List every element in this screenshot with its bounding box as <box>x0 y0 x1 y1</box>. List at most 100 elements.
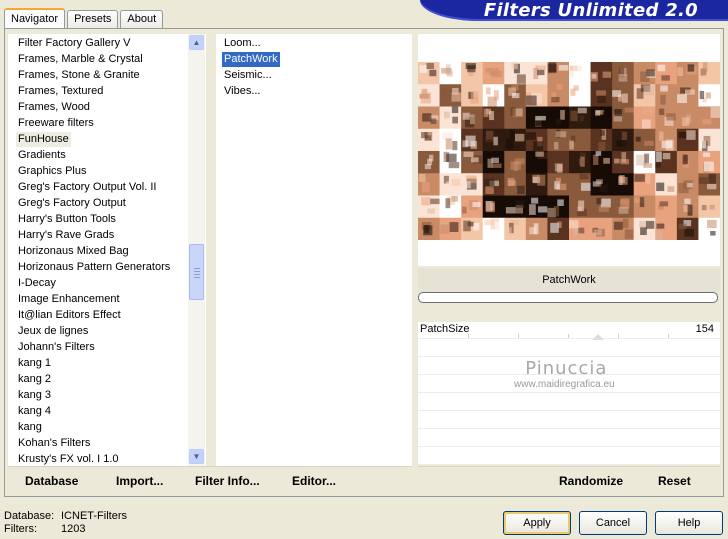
database-button[interactable]: Database <box>25 474 78 488</box>
filter-list[interactable]: Loom... PatchWork Seismic... Vibes... <box>216 34 412 466</box>
import-button[interactable]: Import... <box>116 474 163 488</box>
preview-patch <box>644 140 654 146</box>
preview-patch <box>489 67 499 76</box>
preview-patch <box>440 224 450 234</box>
preview-patch <box>445 138 452 150</box>
category-item[interactable]: Jeux de lignes <box>16 324 90 339</box>
category-item[interactable]: kang 4 <box>16 404 53 419</box>
category-item[interactable]: Frames, Stone & Granite <box>16 68 142 83</box>
category-item[interactable]: Harry's Rave Grads <box>16 228 116 243</box>
category-item[interactable]: Krusty's FX vol. I 1.0 <box>16 452 121 466</box>
category-item[interactable]: Johann's Filters <box>16 340 97 355</box>
category-item[interactable]: kang 1 <box>16 356 53 371</box>
preview-patch <box>420 92 432 104</box>
cancel-button[interactable]: Cancel <box>579 511 647 535</box>
filter-item[interactable]: Seismic... <box>222 68 274 83</box>
category-item[interactable]: Horizonaus Pattern Generators <box>16 260 172 275</box>
preview-patch <box>512 117 523 125</box>
category-item[interactable]: Greg's Factory Output Vol. II <box>16 180 158 195</box>
preview-patch <box>597 96 606 103</box>
preview-patch <box>558 65 569 71</box>
preview-patch <box>580 182 592 191</box>
preview-patch <box>677 67 683 77</box>
category-item[interactable]: I-Decay <box>16 276 58 291</box>
apply-button[interactable]: Apply <box>503 511 571 535</box>
preview-patch <box>538 229 544 235</box>
category-item[interactable]: It@lian Editors Effect <box>16 308 123 323</box>
tab-presets[interactable]: Presets <box>67 10 119 28</box>
scroll-down-button[interactable]: ▼ <box>189 449 204 464</box>
preview-patch <box>451 106 459 114</box>
preview-patch <box>635 136 641 142</box>
category-item[interactable]: Horizonaus Mixed Bag <box>16 244 131 259</box>
param-row-empty <box>418 412 720 429</box>
preview-patch <box>699 90 705 100</box>
tab-navigator[interactable]: Navigator <box>4 8 66 29</box>
preview-patch <box>602 111 610 121</box>
preview-patch <box>511 62 518 70</box>
category-item[interactable]: Graphics Plus <box>16 164 88 179</box>
filter-info-button[interactable]: Filter Info... <box>195 474 260 488</box>
category-scrollbar[interactable]: ▲ ▼ <box>188 34 205 466</box>
param-row-patchsize[interactable]: PatchSize 154 <box>418 322 720 340</box>
preview-patch <box>621 152 627 163</box>
filter-item[interactable]: Loom... <box>222 36 263 51</box>
preview-patch <box>472 201 481 208</box>
preview-patch <box>418 174 426 182</box>
preview-patch <box>638 129 646 135</box>
filter-item[interactable]: PatchWork <box>222 52 280 67</box>
database-label: Database: <box>4 510 55 522</box>
category-item[interactable]: Image Enhancement <box>16 292 122 307</box>
preview-patch <box>462 112 470 120</box>
category-list[interactable]: Filter Factory Gallery V Frames, Marble &… <box>8 34 206 466</box>
preview-patch <box>430 178 441 183</box>
category-item[interactable]: kang <box>16 420 44 435</box>
preview-patch <box>486 201 495 213</box>
preview-patch <box>698 177 709 185</box>
list-toolbar: Database Import... Filter Info... Editor… <box>8 466 412 493</box>
filter-item[interactable]: Vibes... <box>222 84 263 99</box>
category-item[interactable]: kang 3 <box>16 388 53 403</box>
preview-patch <box>579 152 586 158</box>
param-row-empty <box>418 358 720 375</box>
preview-patch <box>462 206 467 214</box>
category-item[interactable]: Filter Factory Gallery V <box>16 36 132 51</box>
category-item[interactable]: Greg's Factory Output <box>16 196 128 211</box>
category-item[interactable]: Harry's Button Tools <box>16 212 118 227</box>
category-item[interactable]: Freeware filters <box>16 116 96 131</box>
preview-patch <box>449 222 459 233</box>
preview-patch <box>655 162 661 168</box>
scroll-up-button[interactable]: ▲ <box>189 35 204 50</box>
param-value[interactable]: 154 <box>696 323 714 335</box>
preview-patch <box>600 130 605 136</box>
preview-patch <box>655 230 663 240</box>
preview-patch <box>423 225 433 236</box>
preview-patch <box>533 141 544 152</box>
preview-patch <box>463 151 474 158</box>
preview-patch <box>621 131 628 140</box>
preview-patch <box>591 73 597 79</box>
scroll-thumb[interactable] <box>189 244 204 300</box>
category-item[interactable]: Gradients <box>16 148 68 163</box>
randomize-button[interactable]: Randomize <box>559 474 623 488</box>
tab-about[interactable]: About <box>120 10 164 28</box>
preview-patch <box>599 184 608 193</box>
editor-button[interactable]: Editor... <box>292 474 336 488</box>
param-row-empty <box>418 394 720 411</box>
category-item[interactable]: kang 2 <box>16 372 53 387</box>
preview-patch <box>538 206 548 213</box>
category-item[interactable]: FunHouse <box>16 132 71 147</box>
preview-patch <box>578 200 585 212</box>
category-item[interactable]: Frames, Marble & Crystal <box>16 52 145 67</box>
preview-patch <box>509 129 515 141</box>
preview-patch <box>614 158 620 164</box>
reset-button[interactable]: Reset <box>658 474 691 488</box>
preview-patch <box>598 206 609 212</box>
help-button[interactable]: Help <box>655 511 723 535</box>
preview-patch <box>446 181 452 192</box>
category-item[interactable]: Frames, Textured <box>16 84 105 99</box>
category-item[interactable]: Frames, Wood <box>16 100 92 115</box>
preview-patch <box>710 106 720 118</box>
preview-patch <box>517 185 525 195</box>
category-item[interactable]: Kohan's Filters <box>16 436 92 451</box>
